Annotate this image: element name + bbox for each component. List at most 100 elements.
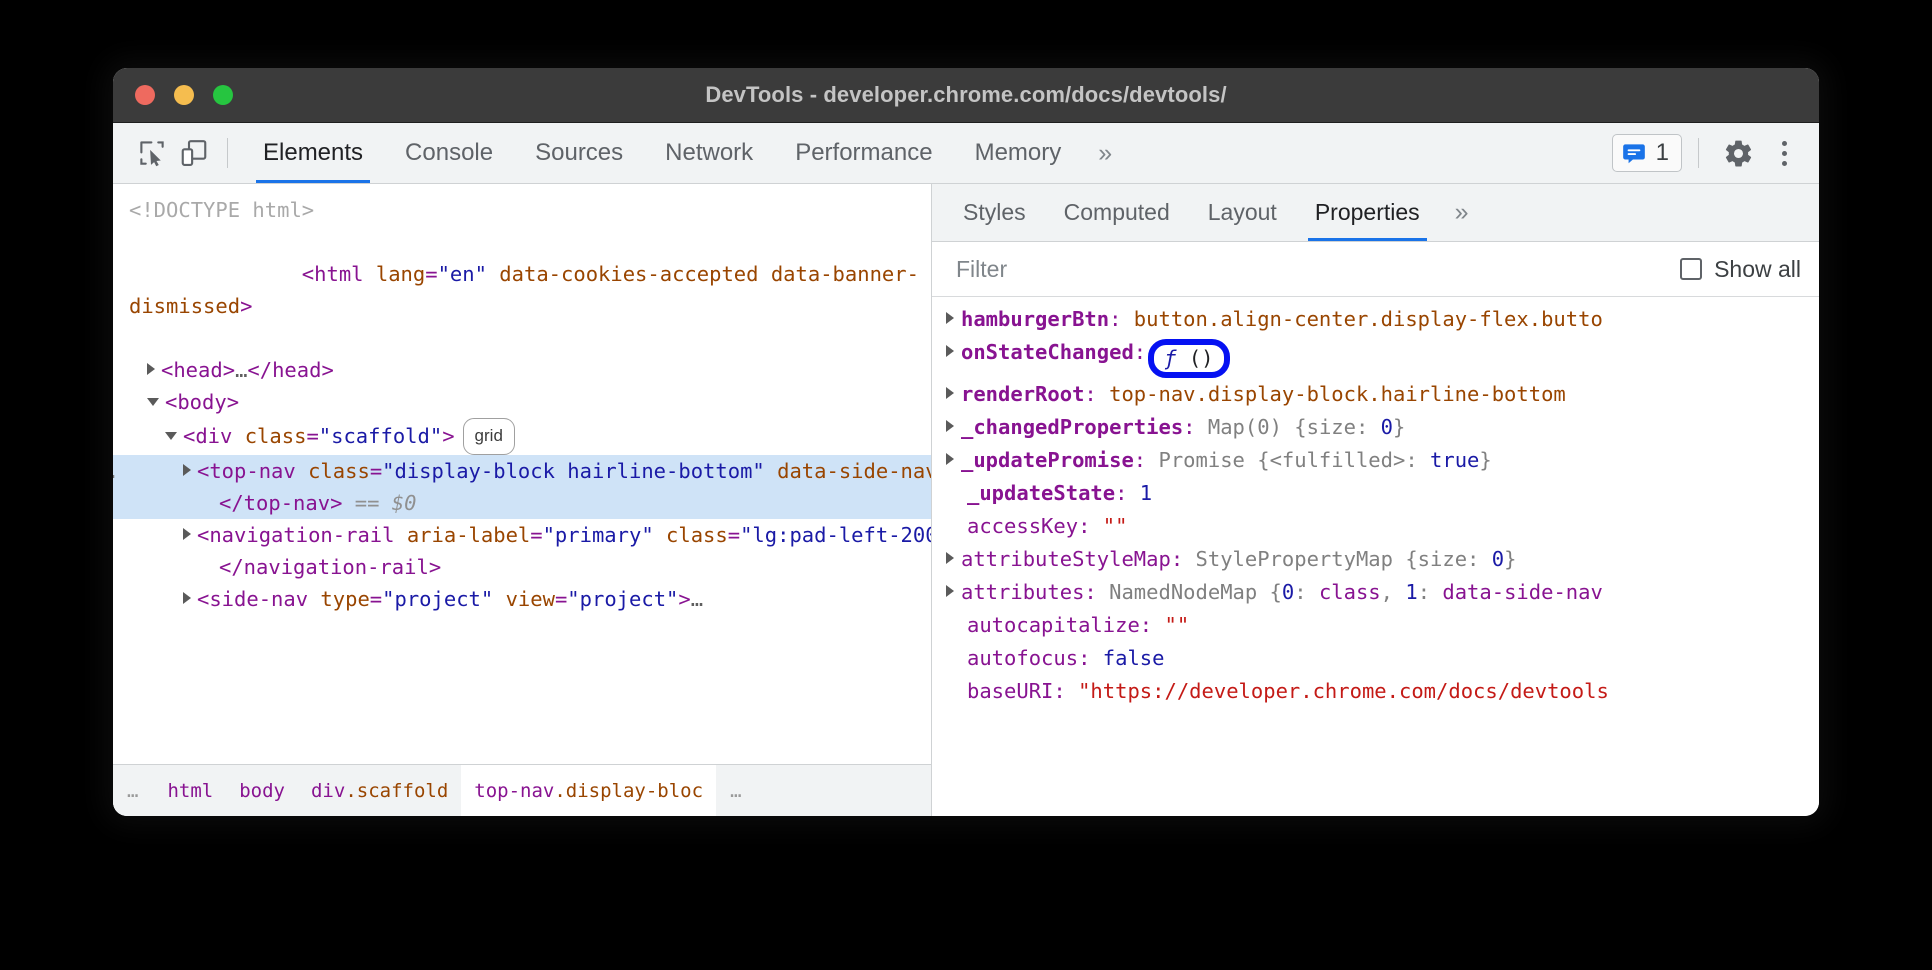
property-row-autocapitalize[interactable]: autocapitalize: "" [932,609,1819,642]
message-badge[interactable]: 1 [1612,134,1682,172]
tab-network[interactable]: Network [644,123,774,183]
breadcrumb-item-div-class: .scaffold [345,780,448,802]
property-name: _changedProperties [961,415,1183,439]
collapse-div-icon[interactable] [165,432,177,440]
expand-onStateChanged-icon[interactable] [946,345,954,357]
tab-performance-label: Performance [795,139,932,167]
breadcrumb-item-top-nav-class: .display-bloc [554,780,703,802]
tab-sources[interactable]: Sources [514,123,644,183]
dom-line-div-scaffold[interactable]: <div class="scaffold">grid [113,418,931,455]
property-name: renderRoot [961,382,1084,406]
property-name: baseURI [967,679,1053,703]
inspect-element-icon[interactable] [131,132,173,174]
tab-styles[interactable]: Styles [944,184,1045,241]
property-value: "" [1164,613,1189,637]
property-value: "https://developer.chrome.com/docs/devto… [1078,679,1609,703]
breadcrumb-item-div-scaffold[interactable]: div.scaffold [298,765,461,816]
expand-top-nav-icon[interactable] [183,464,191,476]
toolbar-divider [227,138,228,168]
breadcrumb-item-top-nav[interactable]: top-nav.display-bloc [461,765,716,816]
tab-elements[interactable]: Elements [242,123,384,183]
property-name: accessKey [967,514,1078,538]
breadcrumb-item-body[interactable]: body [226,765,298,816]
message-count: 1 [1656,139,1669,167]
property-row-attributeStyleMap[interactable]: attributeStyleMap: StylePropertyMap {siz… [932,543,1819,576]
expand-attributeStyleMap-icon[interactable] [946,552,954,564]
properties-list[interactable]: hamburgerBtn: button.align-center.displa… [932,297,1819,816]
expand-hamburgerBtn-icon[interactable] [946,312,954,324]
panel-tabs: Elements Console Sources Network Perform… [242,123,1128,183]
property-row-renderRoot[interactable]: renderRoot: top-nav.display-block.hairli… [932,378,1819,411]
collapse-body-icon[interactable] [147,398,159,406]
property-value: false [1103,646,1165,670]
dom-line-html[interactable]: <html lang="en" data-cookies-accepted da… [113,226,931,354]
expand-side-nav-icon[interactable] [183,592,191,604]
device-toolbar-icon[interactable] [173,132,215,174]
property-value: 1 [1140,481,1152,505]
dom-line-side-nav[interactable]: <side-nav type="project" view="project">… [113,583,931,615]
property-row-onStateChanged[interactable]: onStateChanged:ƒ () [932,336,1819,378]
tab-sources-label: Sources [535,139,623,167]
expand-navigation-rail-icon[interactable] [183,528,191,540]
dom-line-doctype[interactable]: <!DOCTYPE html> [113,194,931,226]
doctype-text: <!DOCTYPE html> [129,198,314,222]
property-row-_updatePromise[interactable]: _updatePromise: Promise {<fulfilled>: tr… [932,444,1819,477]
show-all-checkbox[interactable] [1680,258,1702,280]
close-button[interactable] [135,85,155,105]
breadcrumb-overflow-left[interactable]: … [113,765,154,816]
dom-line-head[interactable]: <head>…</head> [113,354,931,386]
property-row-accessKey[interactable]: accessKey: "" [932,510,1819,543]
property-row-autofocus[interactable]: autofocus: false [932,642,1819,675]
expand-head-icon[interactable] [147,363,155,375]
show-all-toggle[interactable]: Show all [1680,256,1801,283]
devtools-toolbar: Elements Console Sources Network Perform… [113,123,1819,184]
expand-_updatePromise-icon[interactable] [946,453,954,465]
breadcrumb-item-body-label: body [239,780,285,802]
gear-icon[interactable] [1717,132,1759,174]
breadcrumb-item-html[interactable]: html [154,765,226,816]
expand-_changedProperties-icon[interactable] [946,420,954,432]
property-row-attributes[interactable]: attributes: NamedNodeMap {0: class, 1: d… [932,576,1819,609]
tab-layout-label: Layout [1208,199,1277,226]
tab-performance[interactable]: Performance [774,123,953,183]
property-row-_changedProperties[interactable]: _changedProperties: Map(0) {size: 0} [932,411,1819,444]
window-title: DevTools - developer.chrome.com/docs/dev… [113,82,1819,108]
sidebar-more-tabs-icon[interactable]: » [1439,200,1485,225]
breadcrumb-overflow-right[interactable]: … [716,765,757,816]
property-value: top-nav.display-block.hairline-bottom [1109,382,1566,406]
tab-computed[interactable]: Computed [1045,184,1189,241]
tab-layout[interactable]: Layout [1189,184,1296,241]
dom-line-top-nav[interactable]: … <top-nav class="display-block hairline… [113,455,931,519]
breadcrumb-item-html-label: html [167,780,213,802]
dom-line-body[interactable]: <body> [113,386,931,418]
property-name: autofocus [967,646,1078,670]
breadcrumb-item-top-nav-tag: top-nav [474,780,554,802]
more-options-icon[interactable] [1763,132,1805,174]
expand-renderRoot-icon[interactable] [946,387,954,399]
toolbar-right-actions: 1 [1612,132,1805,174]
tab-console-label: Console [405,139,493,167]
elements-sidebar: Styles Computed Layout Properties » Show… [932,184,1819,816]
show-all-label: Show all [1714,256,1801,283]
grid-badge[interactable]: grid [463,418,515,455]
tab-memory[interactable]: Memory [954,123,1083,183]
minimize-button[interactable] [174,85,194,105]
property-name: attributeStyleMap [961,547,1171,571]
filter-bar: Show all [932,242,1819,297]
filter-input[interactable] [956,256,1680,283]
blue-highlight-annotation: ƒ () [1148,339,1229,378]
dom-tree[interactable]: <!DOCTYPE html> <html lang="en" data-coo… [113,184,931,764]
breadcrumb-item-div-tag: div [311,780,345,802]
tab-console[interactable]: Console [384,123,514,183]
zoom-button[interactable] [213,85,233,105]
property-row-hamburgerBtn[interactable]: hamburgerBtn: button.align-center.displa… [932,303,1819,336]
breadcrumb: … html body div.scaffold top-nav.display… [113,764,931,816]
property-name: _updatePromise [961,448,1134,472]
dom-line-navigation-rail[interactable]: <navigation-rail aria-label="primary" cl… [113,519,931,583]
property-name: onStateChanged [961,340,1134,364]
property-row-baseURI[interactable]: baseURI: "https://developer.chrome.com/d… [932,675,1819,708]
property-row-_updateState[interactable]: _updateState: 1 [932,477,1819,510]
tab-properties[interactable]: Properties [1296,184,1439,241]
expand-attributes-icon[interactable] [946,585,954,597]
more-tabs-icon[interactable]: » [1082,141,1128,166]
